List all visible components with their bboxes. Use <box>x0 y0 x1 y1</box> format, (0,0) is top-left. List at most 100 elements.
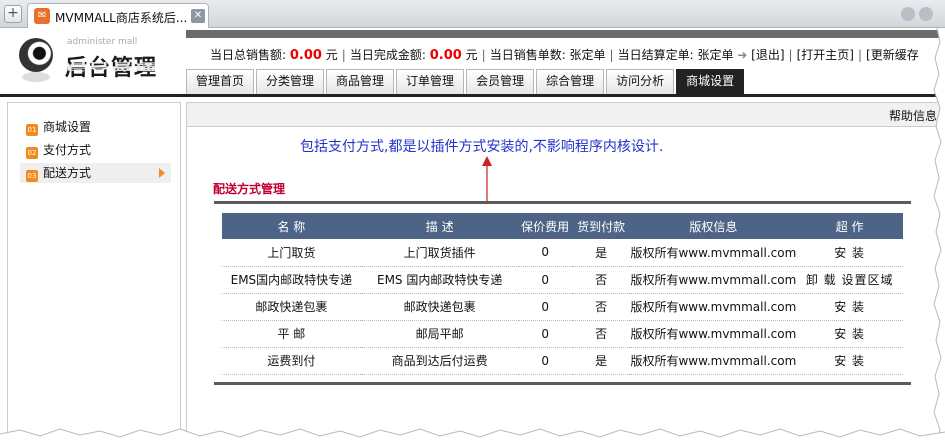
cell-name: EMS国内邮政特快专递 <box>222 266 361 294</box>
total-sales-value: 0.00 <box>289 48 322 63</box>
cell-fee: 0 <box>518 266 572 294</box>
tab-title: MVMMALL商店系统后... <box>55 11 188 25</box>
cell-copyright: 版权所有www.mvmmall.com <box>630 347 797 375</box>
table-row: 运费到付 商品到达后付运费 0 是 版权所有www.mvmmall.com 安 … <box>222 347 903 375</box>
annotation-text: 包括支付方式,都是以插件方式安装的,不影响程序内核设计. <box>300 139 664 155</box>
completed-value: 0.00 <box>429 48 462 63</box>
uninstall-settings-link[interactable]: 卸 载 设置区域 <box>796 266 903 294</box>
cell-cod: 否 <box>571 293 631 321</box>
logo-reflection: 后台管理 <box>65 60 158 72</box>
tab-categories[interactable]: 分类管理 <box>256 69 325 94</box>
install-link[interactable]: 安 装 <box>796 347 903 375</box>
col-cod: 货到付款 <box>571 213 631 239</box>
cell-cod: 是 <box>571 347 631 375</box>
tab-dashboard[interactable]: 管理首页 <box>186 69 255 94</box>
cell-copyright: 版权所有www.mvmmall.com <box>630 293 797 321</box>
refresh-cache-link[interactable]: [更新缓存 <box>866 48 919 62</box>
sidebar-item-label: 支付方式 <box>43 143 92 157</box>
section-title: 配送方式管理 <box>213 182 286 196</box>
sidebar-badge: 01 <box>26 124 38 136</box>
help-bar: 帮助信息 <box>186 102 945 127</box>
cell-copyright: 版权所有www.mvmmall.com <box>630 266 797 294</box>
cell-desc: 邮政快递包裹 <box>360 293 519 321</box>
shipping-table-frame: 名 称 描 述 保价费用 货到付款 版权信息 超 作 上门取货 上门取货插件 0… <box>214 201 911 385</box>
table-row: 平 邮 邮局平邮 0 否 版权所有www.mvmmall.com 安 装 <box>222 320 903 348</box>
col-name: 名 称 <box>222 213 361 239</box>
browser-tab[interactable]: ✉ MVMMALL商店系统后... ✕ <box>27 3 209 28</box>
logo-icon <box>19 38 53 72</box>
table-row: 上门取货 上门取货插件 0 是 版权所有www.mvmmall.com 安 装 <box>222 239 903 267</box>
cell-desc: 邮局平邮 <box>360 320 519 348</box>
install-link[interactable]: 安 装 <box>796 320 903 348</box>
torn-edge-right <box>933 28 945 444</box>
sidebar-item-label: 配送方式 <box>43 166 92 180</box>
sidebar-item-payment[interactable]: 02 支付方式 <box>26 140 91 160</box>
total-sales-unit: 元 <box>325 48 338 62</box>
tab-members[interactable]: 会员管理 <box>466 69 535 94</box>
install-link[interactable]: 安 装 <box>796 293 903 321</box>
cell-desc: 上门取货插件 <box>360 239 519 267</box>
col-copyright: 版权信息 <box>630 213 797 239</box>
annotation-arrow-icon <box>482 156 492 204</box>
logout-link[interactable]: [退出] <box>751 48 784 62</box>
sidebar: 01 商城设置 02 支付方式 03 配送方式 <box>7 102 181 438</box>
orders-count: 当日销售单数: 张定单 <box>489 48 606 62</box>
header-divider <box>0 94 945 97</box>
cell-name: 上门取货 <box>222 239 361 267</box>
sidebar-badge: 02 <box>26 147 38 159</box>
cell-fee: 0 <box>518 347 572 375</box>
col-desc: 描 述 <box>360 213 519 239</box>
torn-edge-bottom <box>0 428 945 444</box>
total-sales-label: 当日总销售额: <box>210 48 287 62</box>
tab-mall-settings[interactable]: 商城设置 <box>676 69 745 94</box>
tab-products[interactable]: 商品管理 <box>326 69 395 94</box>
header-band <box>186 30 945 38</box>
favicon-icon: ✉ <box>34 8 50 24</box>
col-fee: 保价费用 <box>518 213 572 239</box>
col-action: 超 作 <box>796 213 903 239</box>
sales-stats: 当日总销售额: 0.00 元 | 当日完成金额: 0.00 元 | 当日销售单数: 张定… <box>210 48 919 63</box>
cell-name: 平 邮 <box>222 320 361 348</box>
completed-label: 当日完成金额: <box>349 48 426 62</box>
tab-orders[interactable]: 订单管理 <box>396 69 465 94</box>
sidebar-badge: 03 <box>26 170 38 182</box>
cell-cod: 否 <box>571 266 631 294</box>
table-row: EMS国内邮政特快专递 EMS 国内邮政特快专递 0 否 版权所有www.mvm… <box>222 266 903 294</box>
completed-unit: 元 <box>465 48 478 62</box>
logo-subtitle: administer mall <box>67 37 138 47</box>
help-link[interactable]: 帮助信息 <box>889 107 937 124</box>
sidebar-item-label: 商城设置 <box>43 120 92 134</box>
logo-shadow <box>22 72 50 82</box>
tab-analytics[interactable]: 访问分析 <box>606 69 675 94</box>
cell-name: 运费到付 <box>222 347 361 375</box>
browser-tab-strip: + ✉ MVMMALL商店系统后... ✕ <box>0 0 945 28</box>
open-home-link[interactable]: [打开主页] <box>797 48 854 62</box>
admin-header: administer mall 后台管理 后台管理 当日总销售额: 0.00 元… <box>0 28 945 96</box>
shipping-methods-table: 名 称 描 述 保价费用 货到付款 版权信息 超 作 上门取货 上门取货插件 0… <box>222 213 903 375</box>
settled-count: 当日结算定单: 张定单 <box>617 48 734 62</box>
cell-copyright: 版权所有www.mvmmall.com <box>630 320 797 348</box>
cell-fee: 0 <box>518 239 572 267</box>
cell-desc: EMS 国内邮政特快专递 <box>360 266 519 294</box>
install-link[interactable]: 安 装 <box>796 239 903 267</box>
window-controls <box>897 7 933 24</box>
table-header-row: 名 称 描 述 保价费用 货到付款 版权信息 超 作 <box>222 213 903 239</box>
sidebar-item-mall-settings[interactable]: 01 商城设置 <box>26 117 91 137</box>
cell-copyright: 版权所有www.mvmmall.com <box>630 239 797 267</box>
cell-cod: 是 <box>571 239 631 267</box>
cell-desc: 商品到达后付运费 <box>360 347 519 375</box>
cell-fee: 0 <box>518 320 572 348</box>
cell-cod: 否 <box>571 320 631 348</box>
main-nav: 管理首页 分类管理 商品管理 订单管理 会员管理 综合管理 访问分析 商城设置 <box>186 69 746 94</box>
close-window-icon[interactable] <box>919 7 933 21</box>
active-arrow-icon <box>159 168 165 178</box>
new-tab-button[interactable]: + <box>4 5 22 23</box>
sidebar-item-shipping[interactable]: 03 配送方式 <box>20 163 171 183</box>
cell-name: 邮政快递包裹 <box>222 293 361 321</box>
tab-general[interactable]: 综合管理 <box>536 69 605 94</box>
restore-window-icon[interactable] <box>901 7 915 21</box>
cell-fee: 0 <box>518 293 572 321</box>
arrow-right-icon: ➜ <box>737 48 748 62</box>
close-tab-icon[interactable]: ✕ <box>191 9 205 23</box>
table-row: 邮政快递包裹 邮政快递包裹 0 否 版权所有www.mvmmall.com 安 … <box>222 293 903 321</box>
